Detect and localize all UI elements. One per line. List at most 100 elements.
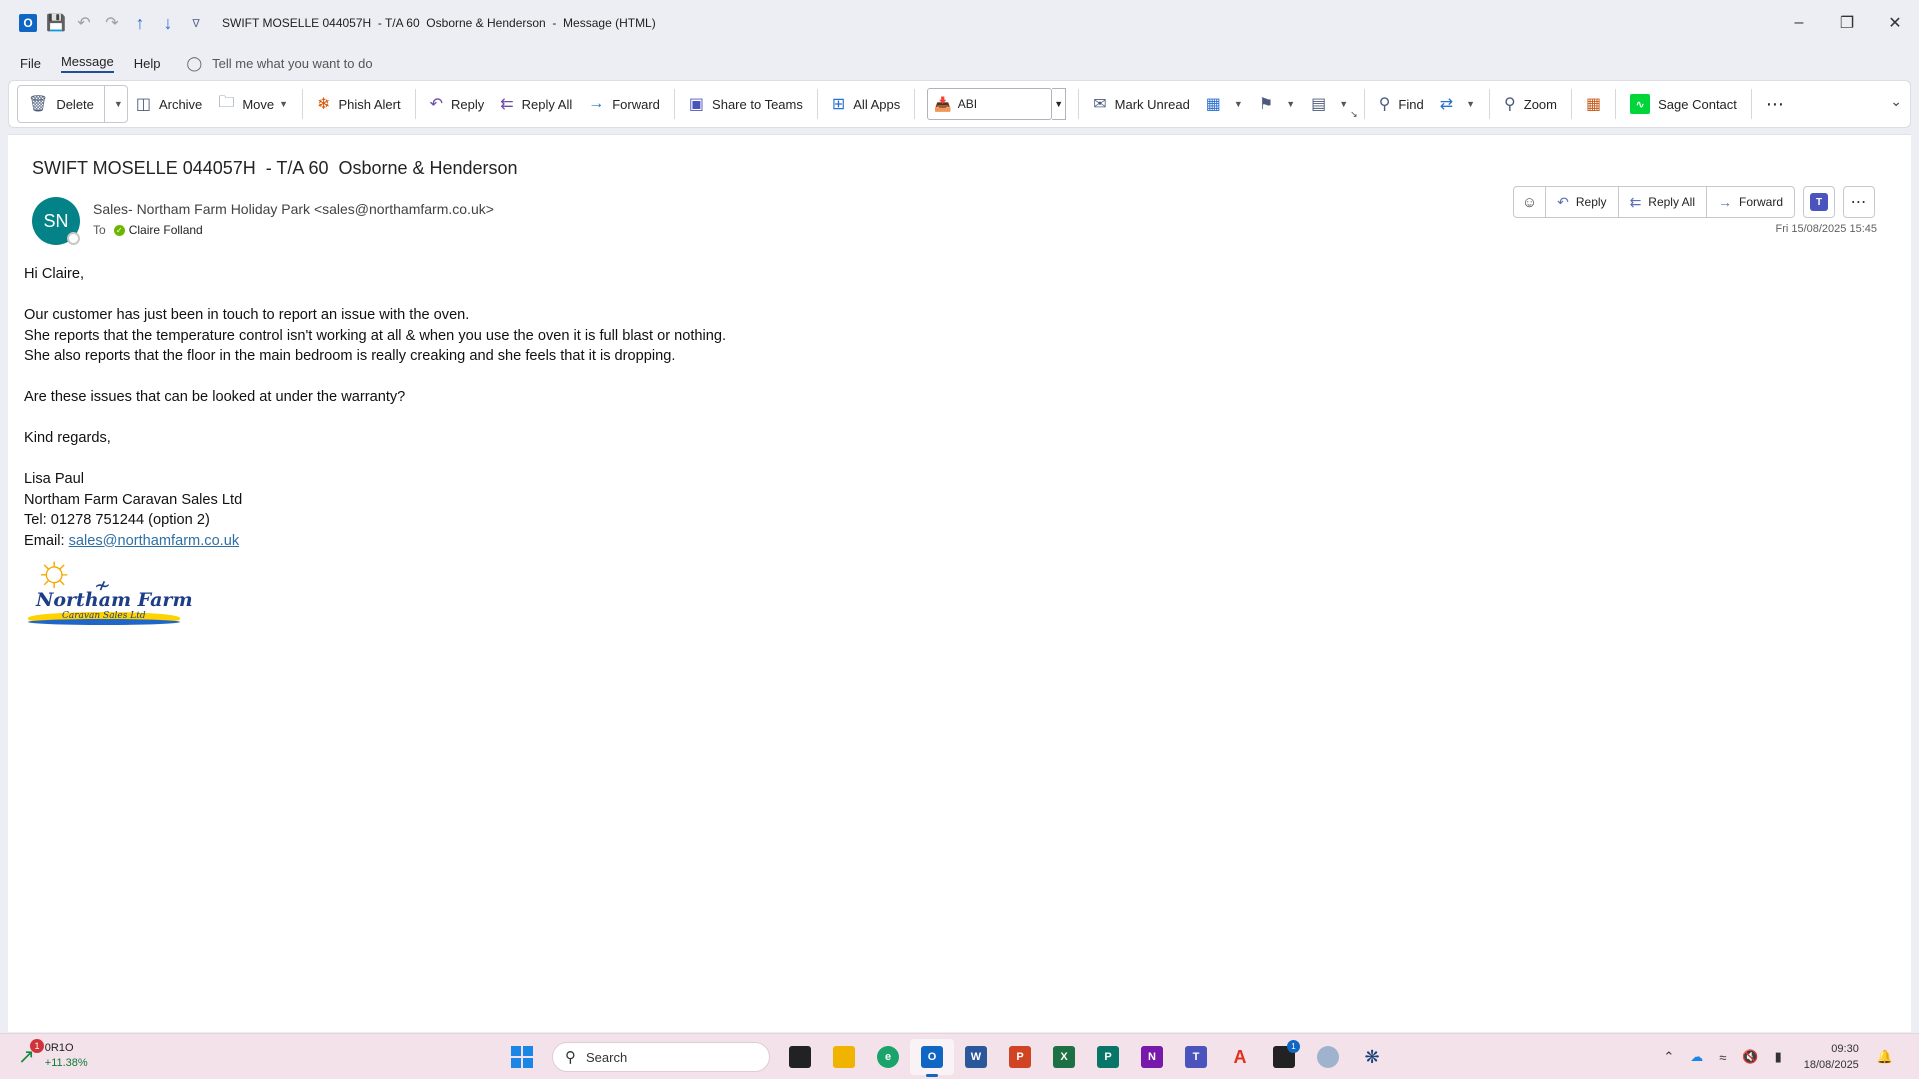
menu-message[interactable]: Message bbox=[60, 54, 114, 73]
publisher-icon: P bbox=[1097, 1046, 1119, 1068]
share-to-teams-label: Share to Teams bbox=[712, 96, 803, 112]
sender[interactable]: Sales- Northam Farm Holiday Park <sales@… bbox=[93, 201, 494, 217]
teams-button[interactable]: T bbox=[1174, 1039, 1218, 1075]
forward-button[interactable]: → Forward bbox=[580, 87, 668, 121]
body-question: Are these issues that can be looked at u… bbox=[24, 389, 406, 405]
categorize-icon: ▦ bbox=[1205, 96, 1221, 113]
categorize-button[interactable]: ▦ ▼ bbox=[1198, 87, 1251, 121]
move-button[interactable]: 🗀 Move ▼ bbox=[210, 87, 296, 121]
clock[interactable]: 09:30 18/08/2025 bbox=[1804, 1041, 1859, 1073]
teams-chat-button[interactable]: T bbox=[1803, 186, 1835, 218]
folder-icon bbox=[833, 1046, 855, 1068]
share-to-teams-button[interactable]: ▣ Share to Teams bbox=[681, 87, 811, 121]
minimize-icon[interactable]: – bbox=[1775, 0, 1823, 46]
tell-me-search[interactable]: ◯ Tell me what you want to do bbox=[186, 55, 372, 72]
menu-help[interactable]: Help bbox=[134, 56, 161, 71]
signature-email-link[interactable]: sales@northamfarm.co.uk bbox=[69, 533, 240, 549]
task-view-button[interactable] bbox=[778, 1039, 822, 1075]
redo-icon[interactable]: ↷ bbox=[98, 9, 126, 37]
logo-name: Northam Farm bbox=[36, 589, 193, 611]
notifications-icon[interactable]: 🔔 bbox=[1877, 1049, 1893, 1065]
next-item-icon[interactable]: ↓ bbox=[154, 9, 182, 37]
abi-field[interactable]: 📥 ABI bbox=[927, 88, 1053, 120]
calendar-button[interactable]: ▦ bbox=[1578, 87, 1609, 121]
undo-icon[interactable]: ↶ bbox=[70, 9, 98, 37]
chevron-down-icon: ▼ bbox=[113, 99, 123, 109]
recipient[interactable]: Claire Folland bbox=[129, 223, 203, 237]
chevron-down-icon: ▼ bbox=[1339, 99, 1349, 109]
all-apps-button[interactable]: ⊞ All Apps bbox=[824, 87, 908, 121]
signature-tel: Tel: 01278 751244 (option 2) bbox=[24, 512, 210, 528]
zoom-button[interactable]: ⚲ Zoom bbox=[1496, 87, 1565, 121]
ribbon-divider bbox=[914, 89, 916, 119]
stock-text: 0R1O +11.38% bbox=[45, 1041, 88, 1071]
volume-muted-icon[interactable]: 🔇 bbox=[1742, 1049, 1758, 1065]
reply-all-button[interactable]: ⇇ Reply All bbox=[492, 87, 580, 121]
company-logo: ☼ ≁ Northam Farm Caravan Sales Ltd bbox=[24, 549, 193, 630]
app-button[interactable]: 1 bbox=[1262, 1039, 1306, 1075]
accessibility-button[interactable]: ❋ bbox=[1350, 1039, 1394, 1075]
more-commands-button[interactable]: ⋯ bbox=[1758, 87, 1793, 121]
restore-icon[interactable]: ❐ bbox=[1823, 0, 1871, 46]
mark-unread-button[interactable]: ✉ Mark Unread bbox=[1085, 87, 1198, 121]
outlook-button[interactable]: O bbox=[910, 1039, 954, 1077]
archive-button[interactable]: ◫ Archive bbox=[128, 87, 210, 121]
dialog-launcher-icon[interactable]: ↘ bbox=[1350, 109, 1358, 120]
response-buttons: ☺ ↶ Reply ⇇ Reply All → Forward bbox=[1512, 186, 1795, 218]
translate-button[interactable]: ⇄ ▼ bbox=[1432, 87, 1483, 121]
recipients-line: To ✓ Claire Folland bbox=[93, 223, 203, 237]
taskbar-search[interactable]: ⚲ Search bbox=[552, 1042, 770, 1072]
title-bar: O 💾 ↶ ↷ ↑ ↓ ∇ SWIFT MOSELLE 044057H - T/… bbox=[0, 0, 1919, 46]
menu-file[interactable]: File bbox=[20, 56, 41, 71]
browser-button[interactable] bbox=[1306, 1039, 1350, 1075]
inline-reply-button[interactable]: ↶ Reply bbox=[1546, 187, 1619, 217]
follow-up-button[interactable]: ⚑ ▼ bbox=[1251, 87, 1303, 121]
powerpoint-button[interactable]: P bbox=[998, 1039, 1042, 1075]
ribbon-divider bbox=[1615, 89, 1617, 119]
powerpoint-icon: P bbox=[1009, 1046, 1031, 1068]
teams-icon: ▣ bbox=[688, 96, 705, 113]
find-label: Find bbox=[1398, 96, 1424, 112]
ribbon-expand-icon[interactable]: ⌄ bbox=[1890, 93, 1902, 110]
word-button[interactable]: W bbox=[954, 1039, 998, 1075]
inline-forward-button[interactable]: → Forward bbox=[1707, 187, 1794, 217]
start-button[interactable] bbox=[500, 1039, 544, 1075]
calendar-icon: ▦ bbox=[1586, 96, 1602, 113]
customize-toolbar-icon[interactable]: ∇ bbox=[182, 9, 210, 37]
more-actions-button[interactable]: ⋯ bbox=[1843, 186, 1875, 218]
clock-date: 18/08/2025 bbox=[1803, 1059, 1859, 1071]
delete-button[interactable]: 🗑 Delete bbox=[18, 87, 104, 121]
stock-widget[interactable]: ↗ 1 0R1O +11.38% bbox=[18, 1039, 88, 1071]
abi-dropdown[interactable]: ▼ bbox=[1052, 88, 1067, 120]
acrobat-button[interactable]: A bbox=[1218, 1039, 1262, 1075]
react-button[interactable]: ☺ bbox=[1514, 187, 1547, 217]
save-icon[interactable]: 💾 bbox=[42, 9, 70, 37]
onenote-button[interactable]: N bbox=[1130, 1039, 1174, 1075]
message-actions: ☺ ↶ Reply ⇇ Reply All → Forward T ⋯ bbox=[1512, 186, 1875, 218]
rules-button[interactable]: ▤ ▼ bbox=[1303, 87, 1356, 121]
find-button[interactable]: ⚲ Find bbox=[1371, 87, 1432, 121]
battery-icon[interactable]: ▮ bbox=[1775, 1049, 1782, 1065]
forward-icon: → bbox=[1717, 194, 1732, 210]
excel-button[interactable]: X bbox=[1042, 1039, 1086, 1075]
previous-item-icon[interactable]: ↑ bbox=[126, 9, 154, 37]
onedrive-icon[interactable]: ☁ bbox=[1690, 1049, 1703, 1065]
close-icon[interactable]: ✕ bbox=[1871, 0, 1919, 46]
show-hidden-icons[interactable]: ⌃ bbox=[1663, 1049, 1674, 1065]
publisher-button[interactable]: P bbox=[1086, 1039, 1130, 1075]
reply-button[interactable]: ↶ Reply bbox=[422, 87, 493, 121]
magnifier-icon: ⚲ bbox=[1504, 96, 1516, 113]
edge-button[interactable]: e bbox=[866, 1039, 910, 1075]
wifi-icon[interactable]: ≈ bbox=[1719, 1050, 1726, 1065]
person-icon: ❋ bbox=[1364, 1046, 1380, 1067]
phish-alert-button[interactable]: ❄ Phish Alert bbox=[309, 87, 409, 121]
inline-reply-all-button[interactable]: ⇇ Reply All bbox=[1619, 187, 1707, 217]
signature-email-line: Email: sales@northamfarm.co.uk bbox=[24, 531, 924, 552]
quick-steps-select[interactable]: 📥 ABI ▼ bbox=[927, 88, 1067, 120]
delete-dropdown[interactable]: ▼ bbox=[105, 87, 127, 121]
file-explorer-button[interactable] bbox=[822, 1039, 866, 1075]
edge-icon: e bbox=[877, 1046, 899, 1068]
sage-contact-button[interactable]: ∿ Sage Contact bbox=[1622, 87, 1745, 121]
